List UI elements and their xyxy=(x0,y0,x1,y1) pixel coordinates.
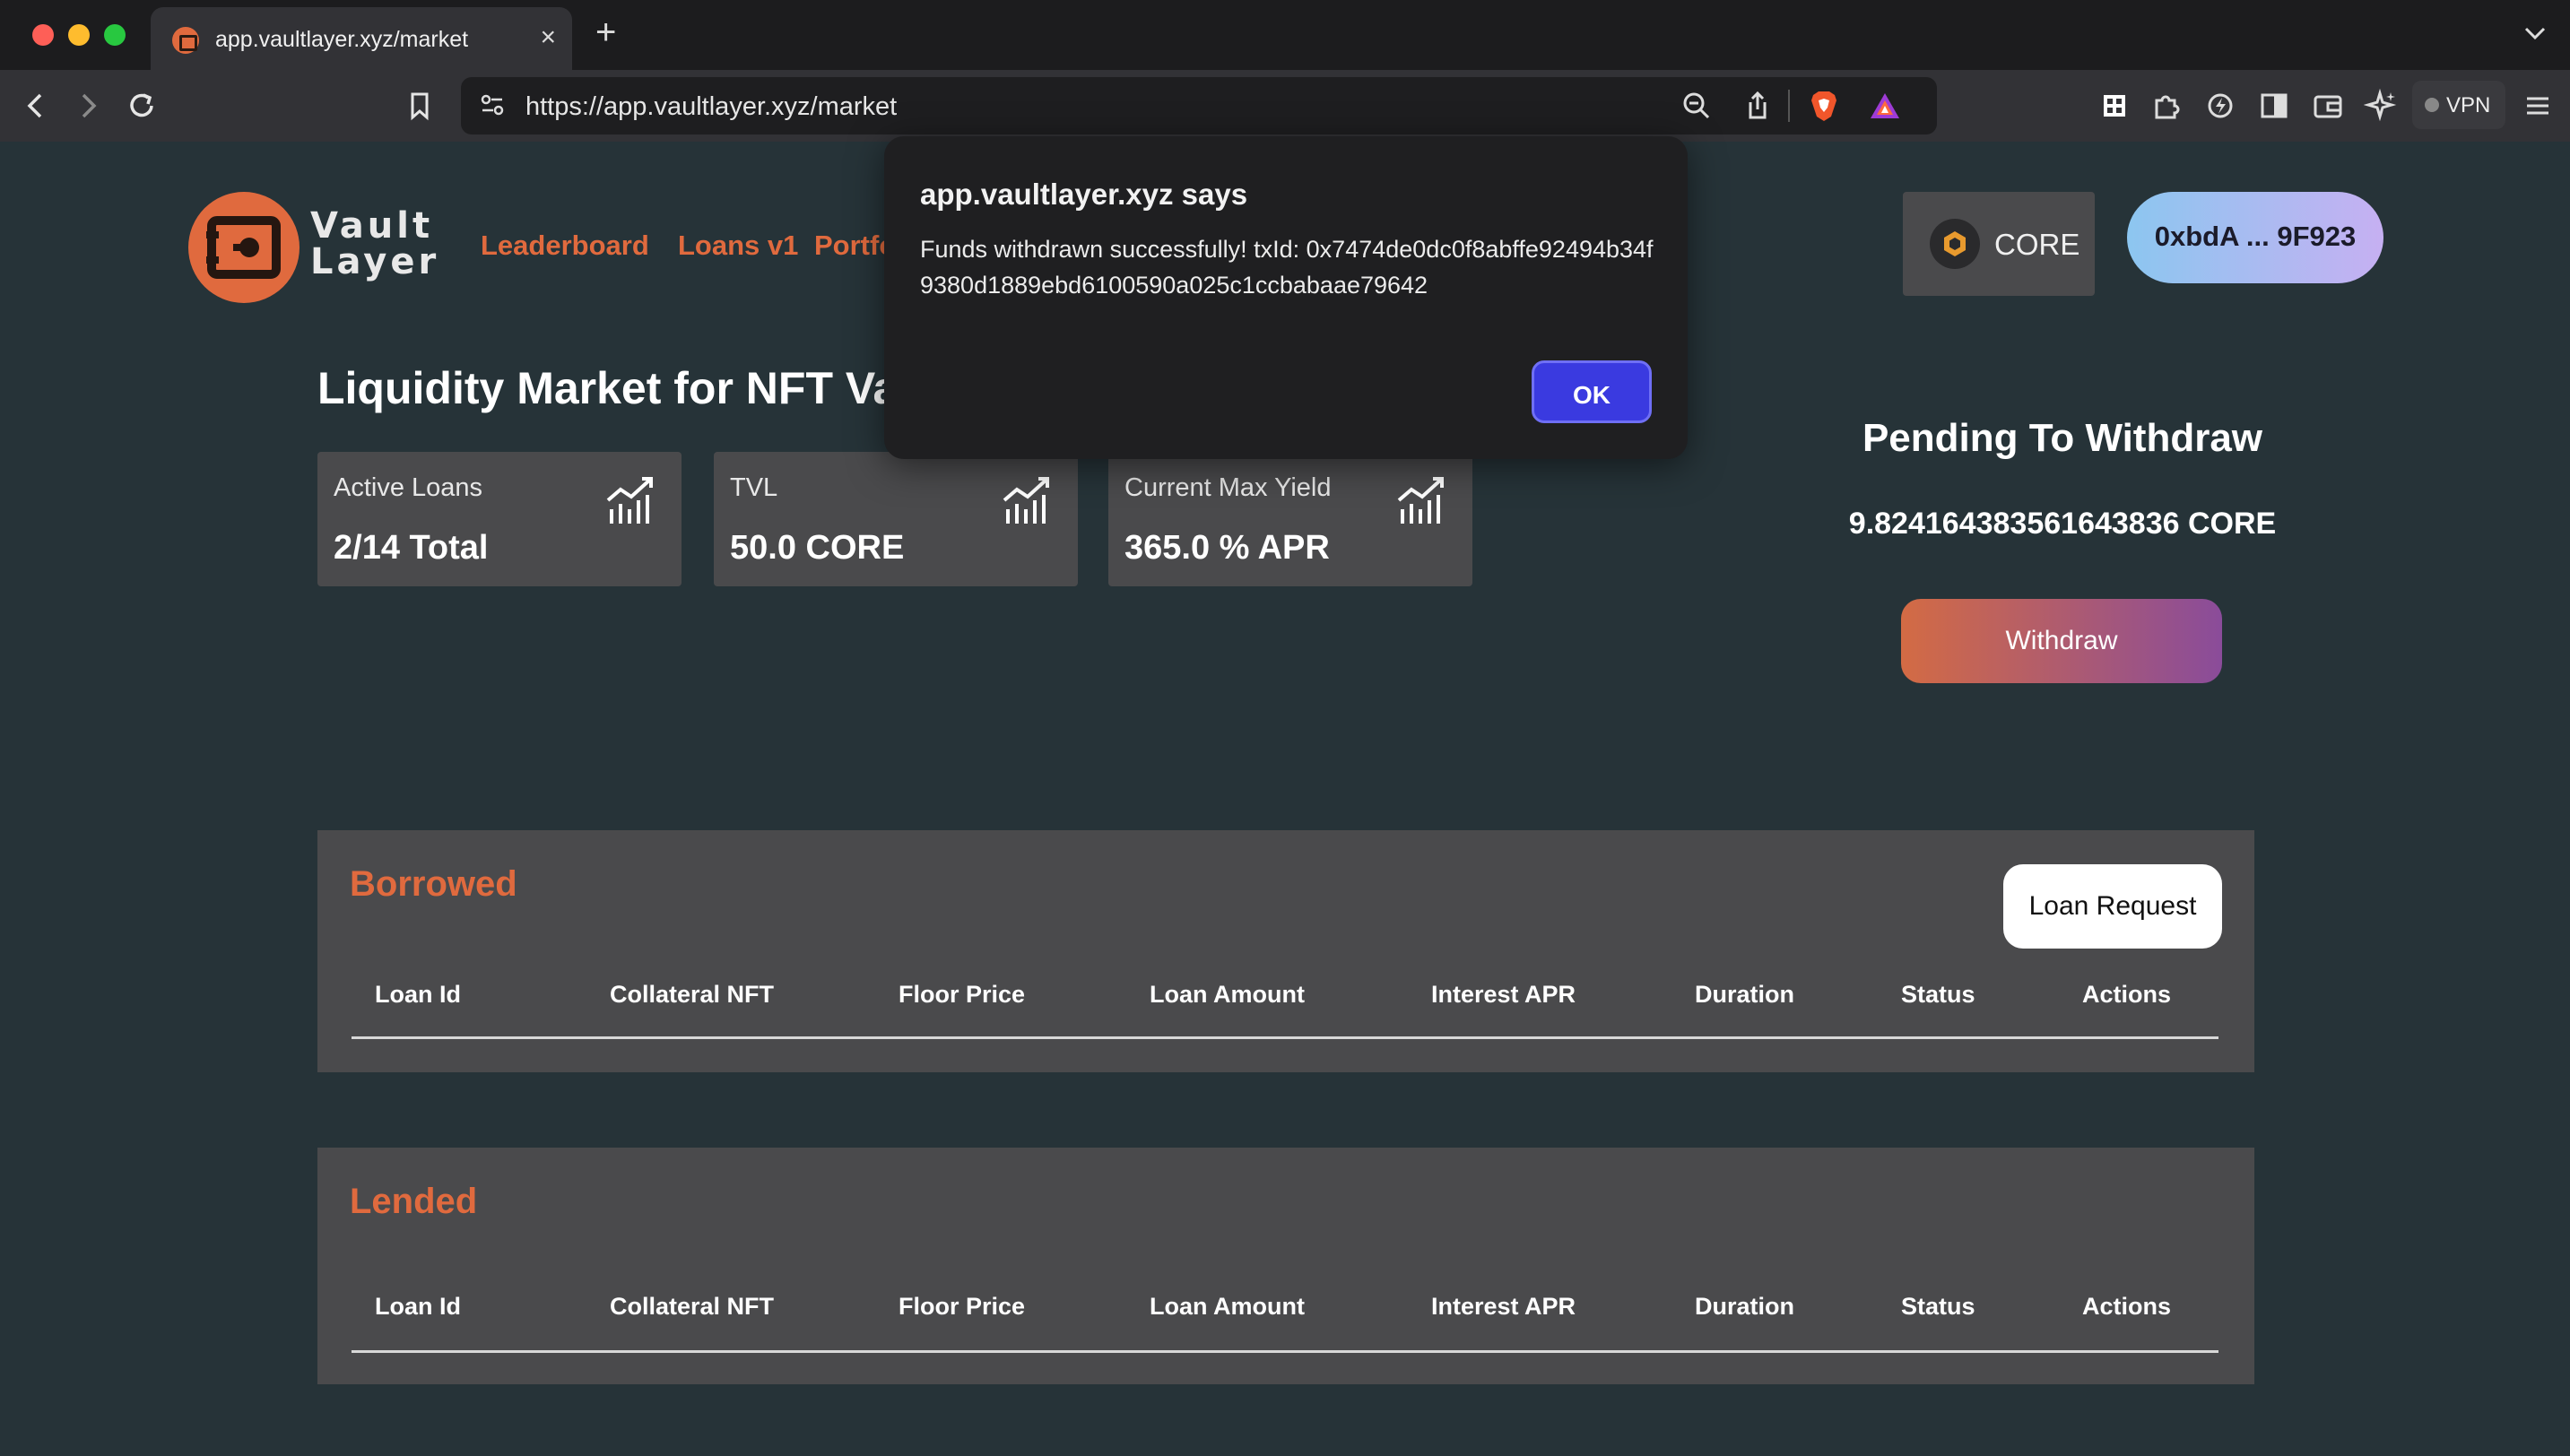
stat-label: Current Max Yield xyxy=(1124,473,1332,502)
tab-close-icon[interactable]: × xyxy=(540,22,556,54)
stat-card-max-yield: Current Max Yield 365.0 % APR xyxy=(1108,452,1472,586)
column-header-actions[interactable]: Actions xyxy=(2082,981,2171,1009)
pending-withdraw-amount: 9.824164383561643836 CORE xyxy=(1848,507,2277,541)
ok-button[interactable]: OK xyxy=(1532,360,1652,423)
chart-trend-icon xyxy=(1003,477,1049,524)
stat-value: 50.0 CORE xyxy=(730,529,905,567)
column-header-loan-id[interactable]: Loan Id xyxy=(375,981,461,1009)
brave-rewards-icon[interactable] xyxy=(1867,88,1903,124)
chain-selector-button[interactable]: CORE xyxy=(1903,192,2095,296)
lended-panel: Lended Loan Id Collateral NFT Floor Pric… xyxy=(317,1148,2254,1384)
column-header-interest-apr[interactable]: Interest APR xyxy=(1431,1293,1576,1321)
zoom-out-icon[interactable] xyxy=(1680,90,1713,122)
column-header-status[interactable]: Status xyxy=(1901,1293,1975,1321)
column-header-duration[interactable]: Duration xyxy=(1695,1293,1794,1321)
address-bar[interactable]: https://app.vaultlayer.xyz/market xyxy=(461,77,1937,134)
new-tab-button[interactable]: + xyxy=(595,14,616,50)
nav-leaderboard[interactable]: Leaderboard xyxy=(481,230,649,262)
ai-sparkle-icon[interactable] xyxy=(2364,88,2400,124)
column-header-collateral-nft[interactable]: Collateral NFT xyxy=(610,981,774,1009)
lended-title: Lended xyxy=(350,1182,478,1221)
column-header-floor-price[interactable]: Floor Price xyxy=(899,981,1025,1009)
column-header-loan-id[interactable]: Loan Id xyxy=(375,1293,461,1321)
vpn-label: VPN xyxy=(2446,93,2491,117)
chain-label: CORE xyxy=(1994,228,2080,261)
wallet-icon[interactable] xyxy=(2310,88,2346,124)
column-header-status[interactable]: Status xyxy=(1901,981,1975,1009)
loan-request-label: Loan Request xyxy=(2028,891,2197,921)
vaultlayer-logo-icon[interactable] xyxy=(188,192,300,303)
share-icon[interactable] xyxy=(1741,90,1774,122)
back-arrow-icon[interactable] xyxy=(18,88,54,124)
chevron-down-icon[interactable] xyxy=(2520,18,2550,48)
browser-tab-bar: app.vaultlayer.xyz/market × + xyxy=(0,0,2570,70)
hamburger-menu-icon[interactable] xyxy=(2520,88,2556,124)
logo-line-layer: Layer xyxy=(310,241,440,282)
stat-value: 2/14 Total xyxy=(334,529,489,567)
sidebar-toggle-icon[interactable] xyxy=(2256,88,2292,124)
leo-assistant-icon[interactable] xyxy=(2202,88,2238,124)
dialog-title: app.vaultlayer.xyz says xyxy=(920,178,1248,211)
borrowed-panel: Borrowed Loan Request Loan Id Collateral… xyxy=(317,830,2254,1072)
vaultlayer-logo-text[interactable]: Vault Layer xyxy=(310,208,439,280)
alert-dialog: app.vaultlayer.xyz says Funds withdrawn … xyxy=(884,136,1688,459)
reload-icon[interactable] xyxy=(124,88,160,124)
maximize-window-button[interactable] xyxy=(104,24,126,46)
browser-tab-active[interactable]: app.vaultlayer.xyz/market × xyxy=(151,7,572,70)
vpn-status-icon xyxy=(2425,98,2439,112)
stat-label: Active Loans xyxy=(334,473,483,502)
brave-shields-icon[interactable] xyxy=(1806,88,1842,124)
stat-card-tvl: TVL 50.0 CORE xyxy=(714,452,1078,586)
loan-request-button[interactable]: Loan Request xyxy=(2003,864,2222,949)
minimize-window-button[interactable] xyxy=(68,24,90,46)
nav-loans-v1[interactable]: Loans v1 xyxy=(678,230,798,262)
vpn-button[interactable]: VPN xyxy=(2412,81,2505,129)
urlbar-divider xyxy=(1788,90,1790,122)
vaultlayer-favicon-icon xyxy=(172,27,199,54)
column-header-loan-amount[interactable]: Loan Amount xyxy=(1150,1293,1305,1321)
extension-qr-icon[interactable] xyxy=(2097,88,2132,124)
column-header-interest-apr[interactable]: Interest APR xyxy=(1431,981,1576,1009)
table-header-divider xyxy=(352,1036,2218,1039)
logo-line-vault: Vault xyxy=(310,205,434,247)
withdraw-button[interactable]: Withdraw xyxy=(1901,599,2222,683)
extensions-puzzle-icon[interactable] xyxy=(2149,88,2184,124)
stat-value: 365.0 % APR xyxy=(1124,529,1330,567)
column-header-collateral-nft[interactable]: Collateral NFT xyxy=(610,1293,774,1321)
browser-toolbar: https://app.vaultlayer.xyz/market VPN xyxy=(0,70,2570,142)
stat-card-active-loans: Active Loans 2/14 Total xyxy=(317,452,682,586)
bookmark-icon[interactable] xyxy=(402,88,438,124)
column-header-loan-amount[interactable]: Loan Amount xyxy=(1150,981,1305,1009)
ok-label: OK xyxy=(1573,381,1611,409)
column-header-floor-price[interactable]: Floor Price xyxy=(899,1293,1025,1321)
table-header-divider xyxy=(352,1350,2218,1353)
close-window-button[interactable] xyxy=(32,24,54,46)
withdraw-label: Withdraw xyxy=(2005,626,2118,655)
site-settings-icon[interactable] xyxy=(477,90,508,120)
tab-title: app.vaultlayer.xyz/market xyxy=(215,27,469,52)
chart-trend-icon xyxy=(1397,477,1444,524)
page-title: Liquidity Market for NFT Vaults xyxy=(317,363,978,413)
borrowed-title: Borrowed xyxy=(350,864,517,904)
pending-withdraw-title: Pending To Withdraw xyxy=(1862,416,2263,460)
wallet-address-button[interactable]: 0xbdA ... 9F923 xyxy=(2127,192,2383,283)
column-header-actions[interactable]: Actions xyxy=(2082,1293,2171,1321)
vault-door-icon xyxy=(206,216,281,279)
column-header-duration[interactable]: Duration xyxy=(1695,981,1794,1009)
core-chain-icon xyxy=(1930,219,1980,269)
dialog-message: Funds withdrawn successfully! txId: 0x74… xyxy=(920,236,1654,299)
chart-trend-icon xyxy=(606,477,653,524)
forward-arrow-icon[interactable] xyxy=(70,88,106,124)
wallet-address: 0xbdA ... 9F923 xyxy=(2154,221,2357,252)
stat-label: TVL xyxy=(730,473,778,502)
url-text: https://app.vaultlayer.xyz/market xyxy=(525,92,898,121)
